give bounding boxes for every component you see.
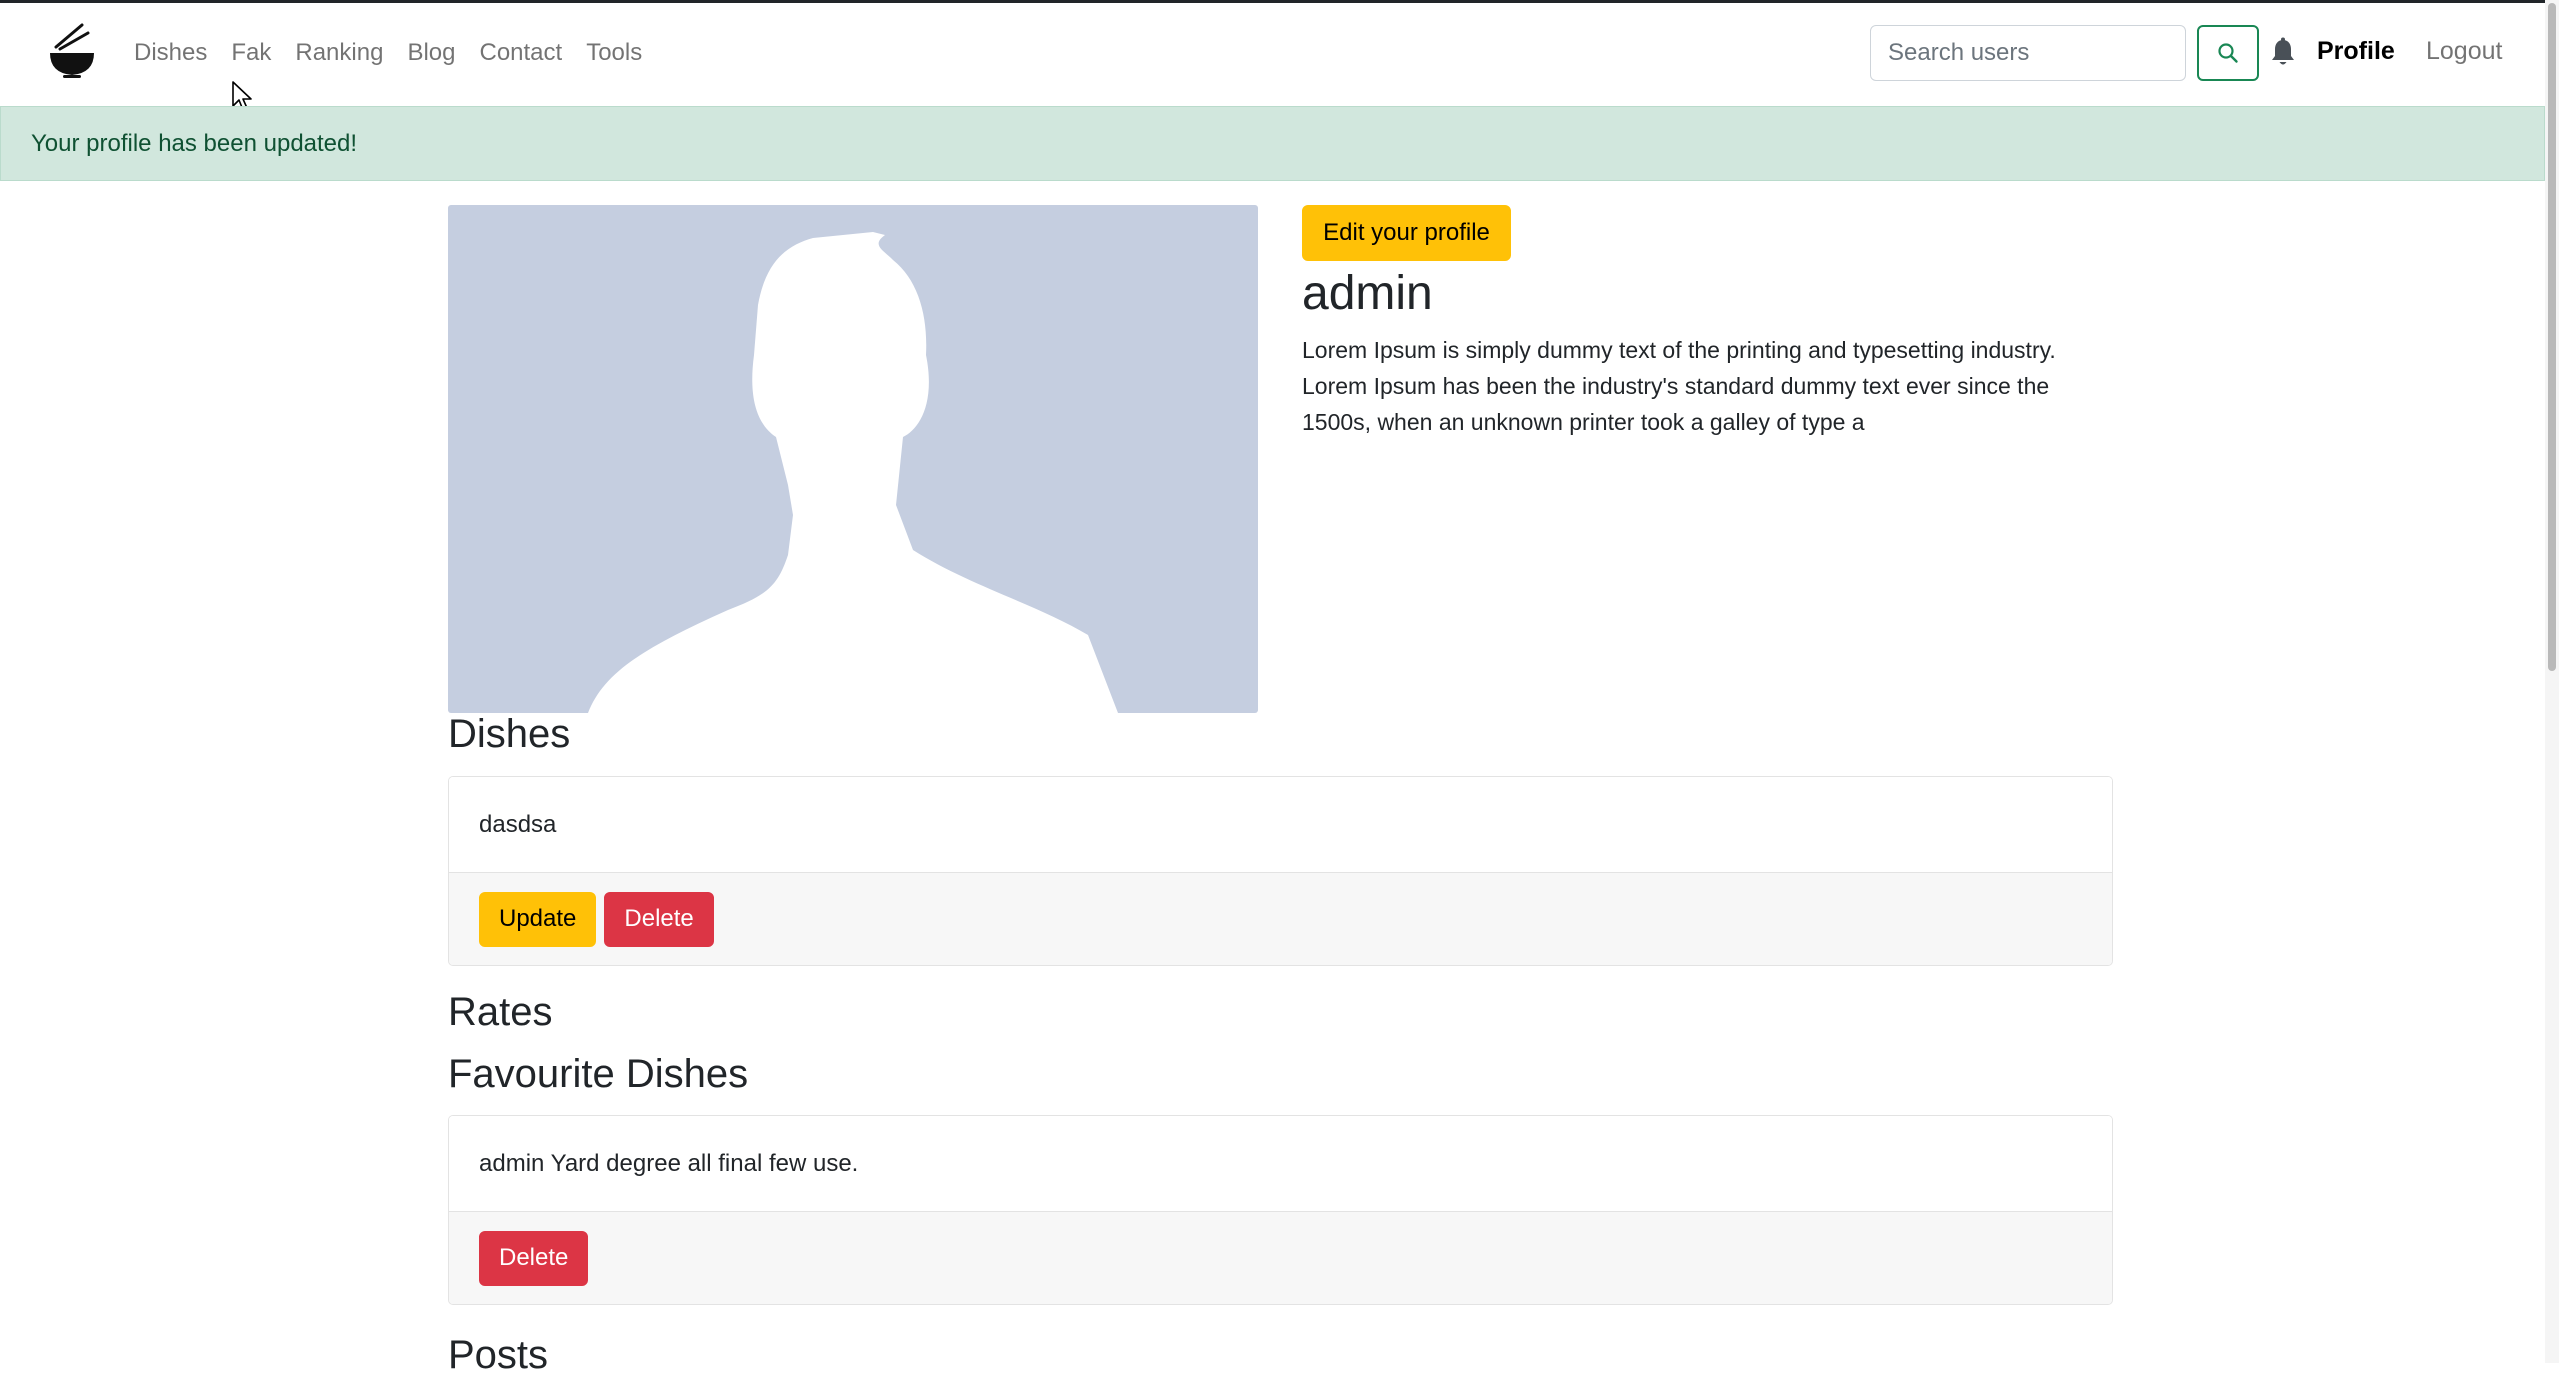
update-dish-button[interactable]: Update <box>479 891 597 947</box>
posts-heading: Posts <box>448 1333 549 1377</box>
nav-link-contact[interactable]: Contact <box>467 39 574 67</box>
profile-bio: Lorem Ipsum is simply dummy text of the … <box>1302 337 2056 435</box>
search-users-input[interactable] <box>1870 25 2186 81</box>
edit-profile-button[interactable]: Edit your profile <box>1302 205 1511 261</box>
rates-heading: Rates <box>448 990 553 1034</box>
bowl-logo-icon[interactable] <box>48 23 96 79</box>
profile-updated-alert: Your profile has been updated! <box>0 106 2545 181</box>
profile-username: admin <box>1302 267 1433 320</box>
favourite-dish-card-body: admin Yard degree all final few use. <box>449 1116 2112 1212</box>
avatar-silhouette-icon <box>588 232 1118 713</box>
nav-link-tools[interactable]: Tools <box>574 39 654 67</box>
profile-avatar <box>448 205 1258 713</box>
bell-icon[interactable] <box>2270 37 2296 67</box>
delete-dish-button[interactable]: Delete <box>604 891 714 947</box>
nav-profile-link[interactable]: Profile <box>2317 37 2395 66</box>
navbar: Dishes Fak Ranking Blog Contact Tools Pr… <box>0 3 2545 106</box>
nav-link-fak[interactable]: Fak <box>219 39 283 67</box>
delete-favourite-button[interactable]: Delete <box>479 1230 589 1286</box>
favourite-dishes-heading: Favourite Dishes <box>448 1052 749 1096</box>
favourite-dish-text: admin Yard degree all final few use. <box>479 1149 859 1177</box>
search-button[interactable] <box>2197 25 2259 81</box>
favourite-dish-card: admin Yard degree all final few use. Del… <box>448 1115 2113 1305</box>
dish-card-footer: Update Delete <box>449 873 2112 965</box>
dish-name: dasdsa <box>479 810 557 838</box>
nav-link-dishes[interactable]: Dishes <box>122 39 219 67</box>
dishes-heading: Dishes <box>448 712 571 756</box>
favourite-dish-card-footer: Delete <box>449 1212 2112 1304</box>
dish-card: dasdsa Update Delete <box>448 776 2113 966</box>
nav-link-ranking[interactable]: Ranking <box>283 39 395 67</box>
dish-card-body: dasdsa <box>449 777 2112 873</box>
nav-logout-link[interactable]: Logout <box>2426 37 2502 66</box>
nav-link-blog[interactable]: Blog <box>395 39 467 67</box>
page-scrollbar[interactable] <box>2545 0 2559 1363</box>
nav-links: Dishes Fak Ranking Blog Contact Tools <box>122 3 654 103</box>
search-icon <box>2218 43 2238 63</box>
alert-message: Your profile has been updated! <box>31 129 358 157</box>
scrollbar-thumb[interactable] <box>2548 3 2556 671</box>
